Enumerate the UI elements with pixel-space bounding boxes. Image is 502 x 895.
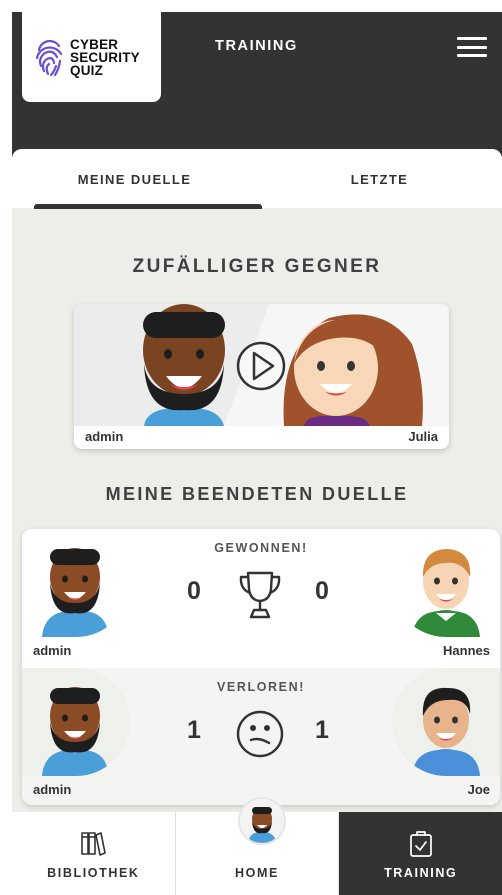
random-opponent-title: ZUFÄLLIGER GEGNER <box>132 256 382 277</box>
nav-bibliothek-label: BIBLIOTHEK <box>47 866 140 880</box>
trophy-icon <box>239 571 281 619</box>
app-window: CYBER SECURITY QUIZ TRAINING MEINE DUELL… <box>12 12 502 895</box>
right-score: 0 <box>315 577 329 605</box>
random-opponent-card[interactable]: admin Julia <box>74 304 449 449</box>
books-icon <box>81 832 107 856</box>
finished-duels-title: MEINE BEENDETEN DUELLE <box>105 484 409 504</box>
avatar[interactable] <box>238 797 286 845</box>
active-tab-indicator <box>34 204 262 209</box>
random-right-player: Julia <box>408 429 438 444</box>
duel-result-label: VERLOREN! <box>216 680 305 694</box>
hamburger-menu-icon[interactable] <box>457 37 487 57</box>
nav-training-label: TRAINING <box>384 866 458 880</box>
duel-row[interactable]: VERLOREN! 1 1 admin Joe <box>22 668 500 805</box>
random-left-player: admin <box>85 429 124 444</box>
right-player-name: Joe <box>467 782 490 797</box>
fingerprint-icon <box>35 39 63 77</box>
logo-text: CYBER SECURITY QUIZ <box>70 36 140 78</box>
duel-result-label: GEWONNEN! <box>214 541 308 555</box>
nav-bibliothek[interactable]: BIBLIOTHEK <box>12 812 175 895</box>
nav-training[interactable]: TRAINING <box>339 812 502 895</box>
left-player-name: admin <box>33 643 72 658</box>
left-score: 1 <box>187 716 201 744</box>
clipboard-check-icon <box>409 831 432 857</box>
right-player-name: Hannes <box>443 643 490 658</box>
finished-duels-list: GEWONNEN! 0 0 admin Hannes VERLOREN! 1 1… <box>22 529 500 805</box>
left-score: 0 <box>187 577 201 605</box>
tab-meine-duelle[interactable]: MEINE DUELLE <box>12 149 257 208</box>
main-content: MEINE DUELLE LETZTE ZUFÄLLIGER GEGNER ad… <box>12 149 502 895</box>
app-logo[interactable]: CYBER SECURITY QUIZ <box>22 12 161 102</box>
nav-home-label: HOME <box>235 866 279 880</box>
right-score: 1 <box>315 716 329 744</box>
tab-bar: MEINE DUELLE LETZTE <box>12 149 502 209</box>
page-title: TRAINING <box>215 38 298 54</box>
tab-letzte[interactable]: LETZTE <box>257 149 502 208</box>
confused-face-icon <box>236 710 284 758</box>
play-circle-icon <box>236 341 286 391</box>
duel-row[interactable]: GEWONNEN! 0 0 admin Hannes <box>22 529 500 666</box>
left-player-name: admin <box>33 782 72 797</box>
random-opponent-illustration <box>74 304 449 426</box>
